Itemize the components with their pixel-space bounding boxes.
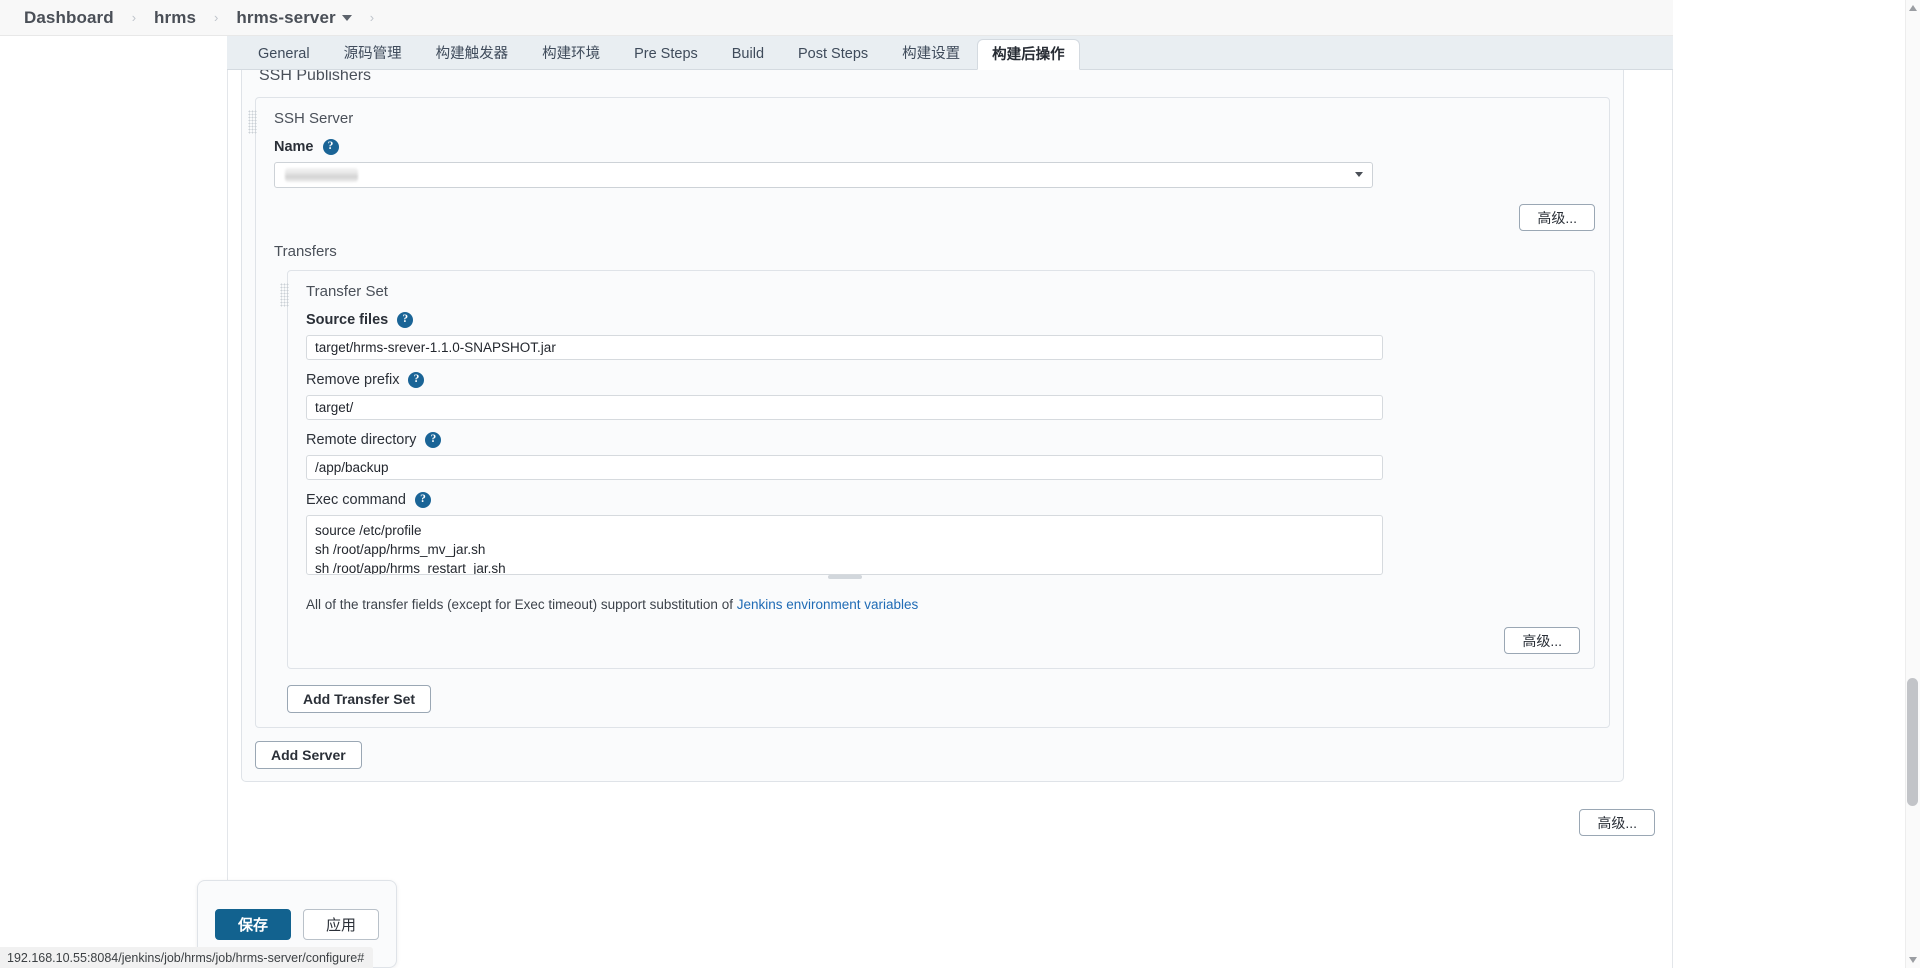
scrollbar-thumb[interactable] [1907,678,1918,806]
chevron-down-icon [1355,172,1363,177]
add-server-button[interactable]: Add Server [255,741,362,769]
help-icon[interactable]: ? [397,312,414,328]
tab-general[interactable]: General [241,39,327,69]
remove-prefix-label-row: Remove prefix ? [306,372,1580,388]
config-form-content: SSH Publishers SSH Server Name ? 高级... T… [227,70,1673,968]
ssh-server-name-field: Name ? [274,139,1595,188]
config-tabs-inner: General 源码管理 构建触发器 构建环境 Pre Steps Build … [227,36,1673,70]
browser-viewport: Dashboard › hrms › hrms-server › General… [0,0,1920,968]
tab-source-management[interactable]: 源码管理 [327,39,419,69]
tab-build-triggers[interactable]: 构建触发器 [419,39,526,69]
apply-button[interactable]: 应用 [303,908,379,940]
ssh-server-name-label-row: Name ? [274,139,1595,155]
remove-prefix-input[interactable] [306,395,1383,420]
remove-prefix-field: Remove prefix ? [306,372,1580,420]
tab-build-environment[interactable]: 构建环境 [525,39,617,69]
tab-build-settings[interactable]: 构建设置 [885,39,977,69]
ssh-server-name-label: Name [274,139,314,155]
help-icon[interactable]: ? [414,492,431,508]
resize-handle-icon[interactable] [827,575,862,579]
breadcrumb-item-hrms-server-label: hrms-server [236,7,336,27]
breadcrumb-item-hrms-server[interactable]: hrms-server [234,8,353,28]
remote-directory-label: Remote directory [306,432,417,448]
panel-advanced-button[interactable]: 高级... [1579,809,1655,836]
breadcrumb-separator: › [214,10,219,25]
page-scrollbar[interactable] [1905,0,1920,968]
exec-command-label-row: Exec command ? [306,492,1580,508]
help-icon[interactable]: ? [322,139,339,155]
tab-post-steps[interactable]: Post Steps [781,39,885,69]
breadcrumb-separator: › [369,10,375,25]
ssh-server-advanced-button[interactable]: 高级... [1519,204,1595,231]
source-files-label: Source files [306,312,389,328]
redacted-value [285,168,358,182]
source-files-field: Source files ? [306,312,1580,360]
ssh-server-advanced-row: 高级... [274,204,1595,231]
exec-command-textarea-wrap: source /etc/profile sh /root/app/hrms_mv… [306,515,1383,580]
breadcrumb: Dashboard › hrms › hrms-server › [0,0,1673,36]
transfer-set-advanced-row: 高级... [306,627,1580,654]
tab-pre-steps[interactable]: Pre Steps [617,39,715,69]
exec-command-field: Exec command ? source /etc/profile sh /r… [306,492,1580,580]
breadcrumb-item-dashboard[interactable]: Dashboard [22,8,116,28]
source-files-input[interactable] [306,335,1383,360]
remote-directory-label-row: Remote directory ? [306,432,1580,448]
status-bar-url: 192.168.10.55:8084/jenkins/job/hrms/job/… [0,947,374,968]
transfer-set-block: Transfer Set Source files ? Remove prefi… [280,270,1595,669]
config-tabs: General 源码管理 构建触发器 构建环境 Pre Steps Build … [0,36,1673,70]
ssh-server-title: SSH Server [274,110,354,127]
add-server-row: Add Server [255,741,1623,769]
transfers-section: Transfers Transfer Set Source files ? ta… [274,243,1595,713]
breadcrumb-separator: › [131,10,137,25]
source-files-label-row: Source files ? [306,312,1580,328]
panel-advanced-row: 高级... [1579,809,1655,836]
transfer-fields-hint: All of the transfer fields (except for E… [306,597,1580,612]
scroll-up-arrow-icon[interactable] [1909,5,1917,11]
exec-command-textarea[interactable]: source /etc/profile sh /root/app/hrms_mv… [306,515,1383,575]
page-right-gutter [1673,0,1905,968]
ssh-publishers-title: SSH Publishers [259,70,372,83]
ssh-server-name-select[interactable] [274,162,1373,188]
help-icon[interactable]: ? [425,432,442,448]
breadcrumb-item-hrms[interactable]: hrms [152,8,198,28]
add-transfer-set-button[interactable]: Add Transfer Set [287,685,432,713]
exec-command-label: Exec command [306,492,406,508]
remote-directory-field: Remote directory ? [306,432,1580,480]
tab-build[interactable]: Build [715,39,781,69]
drag-handle-icon[interactable] [280,283,289,307]
remote-directory-input[interactable] [306,455,1383,480]
help-icon[interactable]: ? [408,372,425,388]
chevron-down-icon[interactable] [341,15,352,22]
ssh-server-name-select-wrap [274,162,1373,188]
ssh-server-block: SSH Server Name ? 高级... Transfers Transf… [248,97,1610,728]
drag-handle-icon[interactable] [248,110,257,134]
jenkins-env-variables-link[interactable]: Jenkins environment variables [737,597,919,612]
ssh-publishers-panel: SSH Publishers SSH Server Name ? 高级... T… [241,70,1624,782]
transfer-fields-hint-text: All of the transfer fields (except for E… [306,597,737,612]
add-transfer-set-row: Add Transfer Set [287,685,1595,713]
save-button[interactable]: 保存 [215,908,291,940]
transfers-title: Transfers [274,243,337,260]
scroll-down-arrow-icon[interactable] [1909,957,1917,963]
transfer-set-advanced-button[interactable]: 高级... [1504,627,1580,654]
tab-post-build-actions[interactable]: 构建后操作 [977,39,1080,70]
remove-prefix-label: Remove prefix [306,372,400,388]
transfer-set-title: Transfer Set [306,283,388,300]
